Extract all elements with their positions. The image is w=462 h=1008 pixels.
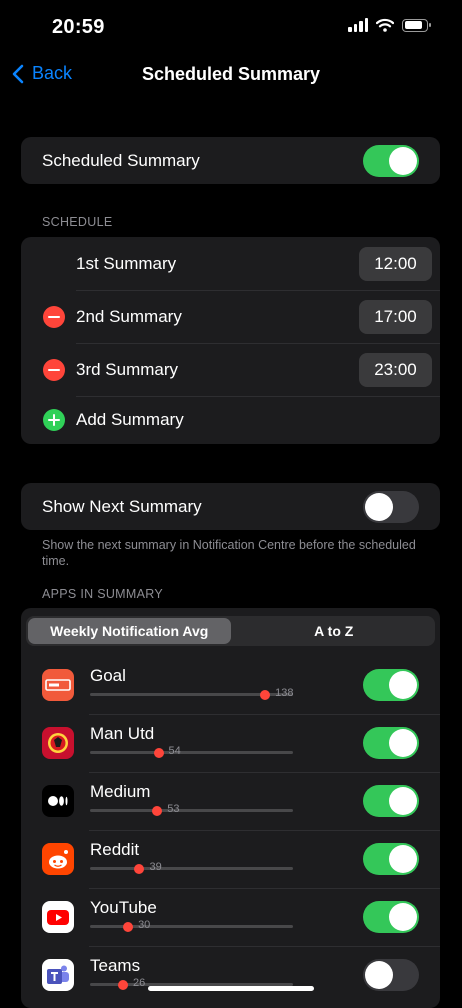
goal-icon [42,669,74,701]
add-summary-label: Add Summary [76,410,184,429]
avg-count: 30 [138,919,151,931]
avg-marker [134,863,145,874]
avg-marker [117,979,128,990]
next-summary-row: Show Next Summary [21,483,440,530]
time-picker-1[interactable]: 12:00 [359,246,432,281]
app-row: Goal 138 [21,656,440,714]
schedule-row-1: 1st Summary 12:00 [21,237,440,290]
next-summary-footnote: Show the next summary in Notification Ce… [42,538,416,568]
app-row: Medium 53 [21,772,440,830]
avg-marker [260,689,271,700]
next-summary-card: Show Next Summary [21,483,440,530]
app-row: Reddit 39 [21,830,440,888]
page-title: Scheduled Summary [141,64,321,84]
apps-section-header: APPS IN SUMMARY [42,587,163,601]
home-indicator [148,986,314,991]
show-next-summary-toggle[interactable] [363,490,419,523]
scheduled-summary-toggle[interactable] [363,144,419,177]
app-toggle[interactable] [363,669,419,701]
app-toggle[interactable] [363,959,419,991]
cellular-signal-icon [348,18,368,32]
notification-avg-bar: 53 [90,803,293,816]
scheduled-summary-row: Scheduled Summary [21,137,440,184]
avg-marker [152,805,163,816]
apps-card: Weekly Notification Avg A to Z Goal 138 Ma… [21,608,440,1008]
app-name: Teams [90,956,141,975]
segment-a-to-z[interactable]: A to Z [233,616,436,646]
navigation-bar: Back Scheduled Summary [0,56,462,96]
avg-count: 54 [168,745,181,757]
schedule-row-3: 3rd Summary 23:00 [21,343,440,396]
add-summary-row[interactable]: Add Summary [21,396,440,444]
app-name: Reddit [90,840,140,859]
avg-count: 138 [275,687,294,699]
app-toggle[interactable] [363,901,419,933]
schedule-label-3: 3rd Summary [76,359,179,379]
app-list: Goal 138 Man Utd 54 Medium 53 Reddit 39 YouTube 3… [21,656,440,1004]
sort-segmented-control: Weekly Notification Avg A to Z [26,616,435,646]
man-utd-icon [42,727,74,759]
avg-count: 39 [149,861,162,873]
app-name: Medium [90,782,151,801]
teams-icon [42,959,74,991]
add-icon[interactable] [43,409,65,431]
app-toggle[interactable] [363,785,419,817]
app-toggle[interactable] [363,727,419,759]
medium-icon [42,785,74,817]
app-row: Teams 26 [21,946,440,1004]
wifi-icon [376,18,394,32]
remove-icon[interactable] [43,305,65,328]
next-summary-label: Show Next Summary [42,496,202,516]
battery-icon [402,18,431,32]
schedule-card: 1st Summary 12:00 2nd Summary 17:00 3rd … [21,237,440,444]
avg-marker [153,747,164,758]
app-name: YouTube [90,898,157,917]
notification-avg-bar: 39 [90,861,293,874]
schedule-section-header: SCHEDULE [42,215,113,229]
segment-weekly-avg[interactable]: Weekly Notification Avg [28,618,231,644]
reddit-icon [42,843,74,875]
app-row: Man Utd 54 [21,714,440,772]
status-time: 20:59 [52,16,105,38]
time-picker-3[interactable]: 23:00 [359,352,432,387]
status-bar: 20:59 [0,0,462,56]
schedule-label-1: 1st Summary [76,253,177,273]
app-name: Man Utd [90,724,155,743]
avg-count: 26 [132,977,146,989]
scheduled-summary-card: Scheduled Summary [21,137,440,184]
avg-count: 53 [167,803,180,815]
schedule-row-2: 2nd Summary 17:00 [21,290,440,343]
notification-avg-bar: 138 [90,687,293,700]
app-name: Goal [90,666,126,685]
notification-avg-bar: 30 [90,919,293,932]
notification-avg-bar: 54 [90,745,293,758]
app-toggle[interactable] [363,843,419,875]
time-picker-2[interactable]: 17:00 [359,299,432,334]
schedule-label-2: 2nd Summary [76,306,182,326]
remove-icon[interactable] [43,358,65,381]
scheduled-summary-label: Scheduled Summary [42,150,200,170]
avg-marker [123,921,134,932]
app-row: YouTube 30 [21,888,440,946]
youtube-icon [42,901,74,933]
